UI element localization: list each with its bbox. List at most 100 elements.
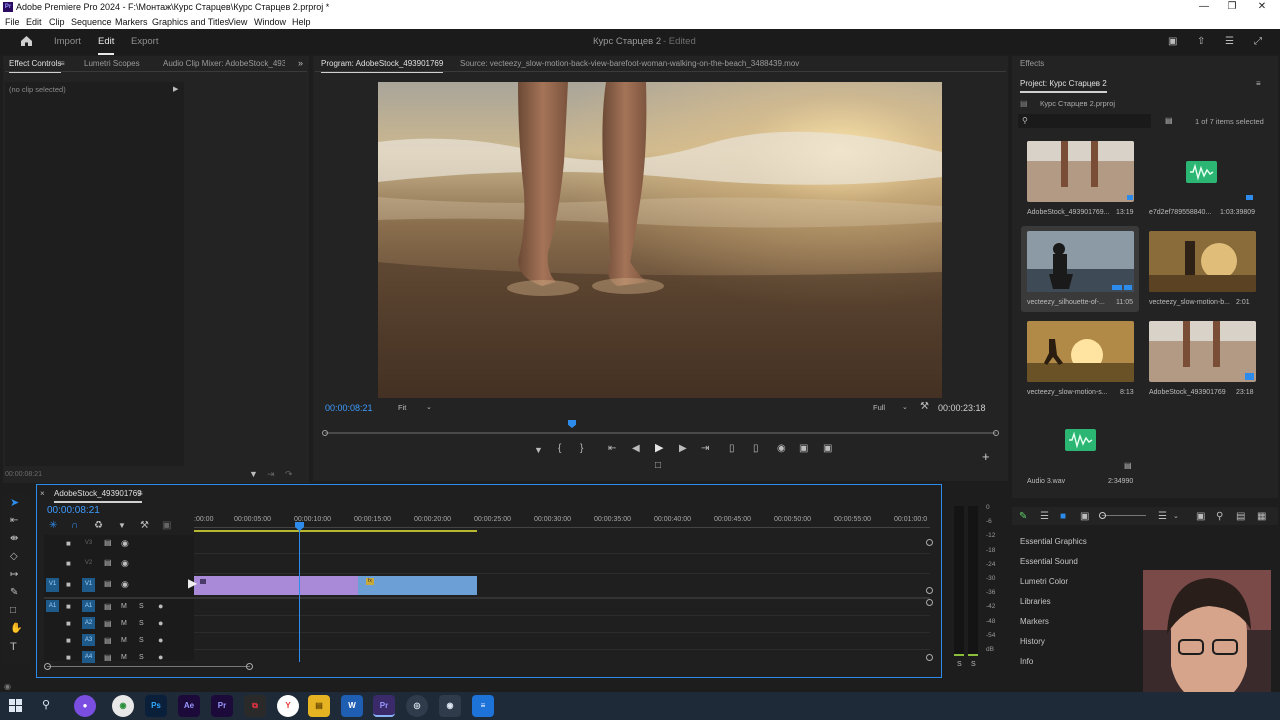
new-bin-bottom-icon[interactable]: ▤ xyxy=(1236,512,1245,522)
thumb-adobestock-feet[interactable] xyxy=(1027,141,1134,202)
flash-app-icon[interactable]: ⧉ xyxy=(244,695,266,717)
meter-solo-left[interactable]: S xyxy=(957,660,962,670)
wrench-icon[interactable]: ⚒ xyxy=(920,402,929,412)
thumb-audio-e7d2[interactable] xyxy=(1148,141,1255,202)
tab-effect-controls[interactable]: Effect Controls xyxy=(9,59,62,73)
thumb-audio-3-wav[interactable] xyxy=(1027,411,1134,472)
menu-view[interactable]: View xyxy=(228,17,247,27)
word-app-icon[interactable]: W xyxy=(341,695,363,717)
freeform-view-icon[interactable]: ▣ xyxy=(1080,512,1089,522)
solo-button[interactable]: S xyxy=(139,619,144,629)
scrub-end-handle[interactable] xyxy=(993,430,999,436)
workspaces-menu-icon[interactable]: ☰ xyxy=(1225,37,1234,47)
panel-essential-sound[interactable]: Essential Sound xyxy=(1020,557,1078,566)
meter-solo-right[interactable]: S xyxy=(971,660,976,670)
timeline-clip-blue[interactable]: fx xyxy=(358,576,477,595)
scrub-start-handle[interactable] xyxy=(322,430,328,436)
zoom-chevron-down-icon[interactable]: ⌄ xyxy=(426,403,432,413)
after-effects-app-icon[interactable]: Ae xyxy=(178,695,200,717)
sync-lock-icon[interactable]: ▤ xyxy=(104,636,112,646)
lift-icon[interactable]: ▯ xyxy=(729,444,735,454)
microphone-icon[interactable]: ● xyxy=(158,635,163,645)
source-patch-v1[interactable]: V1 xyxy=(46,578,59,592)
close-icon[interactable]: ✕ xyxy=(1248,0,1276,15)
microphone-icon[interactable]: ● xyxy=(158,652,163,662)
loop-icon[interactable]: ↷ xyxy=(285,469,293,479)
panel-markers[interactable]: Markers xyxy=(1020,617,1049,626)
lock-icon[interactable]: ■ xyxy=(66,539,71,549)
export-frame-icon[interactable]: ⇥ xyxy=(267,469,275,479)
sync-lock-icon[interactable]: ▤ xyxy=(104,602,112,612)
resolution-select[interactable]: Full xyxy=(873,403,885,412)
timeline-playhead-line[interactable] xyxy=(299,527,300,662)
automate-to-sequence-icon[interactable]: ▣ xyxy=(1196,512,1205,522)
nest-toggle-icon[interactable]: ✳ xyxy=(49,521,57,531)
source-patch-a1[interactable]: A1 xyxy=(46,600,59,612)
hand-tool-icon[interactable]: ✋ xyxy=(10,624,22,634)
sort-chevron-down-icon[interactable]: ⌄ xyxy=(1173,512,1179,522)
pen-icon[interactable]: ✎ xyxy=(1019,512,1027,522)
solo-button[interactable]: S xyxy=(139,636,144,646)
a-scroll-handle-bottom[interactable] xyxy=(926,654,933,661)
lock-icon[interactable]: ■ xyxy=(66,602,71,612)
solo-button[interactable]: S xyxy=(139,602,144,612)
eye-icon[interactable]: ◉ xyxy=(121,538,129,548)
h-scroll-handle-right[interactable] xyxy=(246,663,253,670)
track-target-a1[interactable]: A1 xyxy=(82,600,95,612)
track-target-a2[interactable]: A2 xyxy=(82,617,95,629)
extract-icon[interactable]: ▯ xyxy=(753,444,759,454)
quick-export-icon[interactable]: ▣ xyxy=(1168,37,1177,47)
menu-graphics-titles[interactable]: Graphics and Titles xyxy=(152,17,229,27)
snap-magnet-icon[interactable]: ∩ xyxy=(71,521,78,531)
menu-help[interactable]: Help xyxy=(292,17,311,27)
sync-lock-icon[interactable]: ▤ xyxy=(104,579,112,589)
assistant-app-icon[interactable]: ● xyxy=(74,695,96,717)
export-frame-camera-icon[interactable]: ◉ xyxy=(777,444,786,454)
tab-edit[interactable]: Edit xyxy=(98,36,115,55)
share-icon[interactable]: ⇧ xyxy=(1197,37,1205,47)
menu-clip[interactable]: Clip xyxy=(49,17,65,27)
eye-icon[interactable]: ◉ xyxy=(121,558,129,568)
fullscreen-icon[interactable]: ⤢ xyxy=(1254,37,1262,47)
eye-icon[interactable]: ◉ xyxy=(121,579,129,589)
panel-info[interactable]: Info xyxy=(1020,657,1033,666)
track-target-a4[interactable]: A4 xyxy=(82,651,95,663)
sync-lock-icon[interactable]: ▤ xyxy=(104,538,112,548)
rectangle-tool-icon[interactable]: □ xyxy=(10,606,16,616)
panel-essential-graphics[interactable]: Essential Graphics xyxy=(1020,537,1087,546)
mark-in-icon[interactable]: { xyxy=(558,444,561,454)
filter-icon[interactable]: ▼ xyxy=(249,469,258,479)
comparison-view-icon[interactable]: ▣ xyxy=(799,444,808,454)
menu-edit[interactable]: Edit xyxy=(26,17,42,27)
timeline-clip-purple[interactable] xyxy=(194,576,358,595)
camera-app-icon[interactable]: ◉ xyxy=(439,695,461,717)
step-forward-icon[interactable]: ▶ xyxy=(679,444,687,454)
a-scroll-handle[interactable] xyxy=(926,599,933,606)
resolution-chevron-down-icon[interactable]: ⌄ xyxy=(902,403,908,413)
thumb-adobestock-feet-2[interactable] xyxy=(1149,321,1256,382)
program-video-frame[interactable] xyxy=(378,82,942,398)
project-menu-icon[interactable]: ≡ xyxy=(1256,79,1261,89)
menu-sequence[interactable]: Sequence xyxy=(71,17,112,27)
microphone-icon[interactable]: ● xyxy=(158,618,163,628)
new-bin-icon[interactable]: ▤ xyxy=(1165,116,1173,126)
lock-icon[interactable]: ■ xyxy=(66,636,71,646)
lock-icon[interactable]: ■ xyxy=(66,580,71,590)
project-title[interactable]: Project: Курс Старцев 2 xyxy=(1020,79,1107,93)
tab-program[interactable]: Program: AdobeStock_493901769 xyxy=(321,59,444,73)
mute-button[interactable]: M xyxy=(121,602,127,612)
menu-markers[interactable]: Markers xyxy=(115,17,148,27)
menu-file[interactable]: File xyxy=(5,17,20,27)
zoom-slider-handle[interactable] xyxy=(1099,512,1106,519)
solo-button[interactable]: S xyxy=(139,653,144,663)
slip-tool-icon[interactable]: ↦ xyxy=(10,570,18,580)
add-marker-timeline-icon[interactable]: ▼ xyxy=(118,521,126,531)
ripple-edit-tool-icon[interactable]: ⇼ xyxy=(10,534,18,544)
sequence-tab[interactable]: AdobeStock_493901769 xyxy=(54,489,142,503)
lock-icon[interactable]: ■ xyxy=(66,559,71,569)
thumb-silhouette[interactable] xyxy=(1027,231,1134,292)
vr-video-icon[interactable]: □ xyxy=(655,461,661,471)
home-icon[interactable] xyxy=(20,35,33,47)
chrome-app-icon[interactable]: ◉ xyxy=(112,695,134,717)
sequence-menu-icon[interactable]: ≡ xyxy=(138,489,143,499)
